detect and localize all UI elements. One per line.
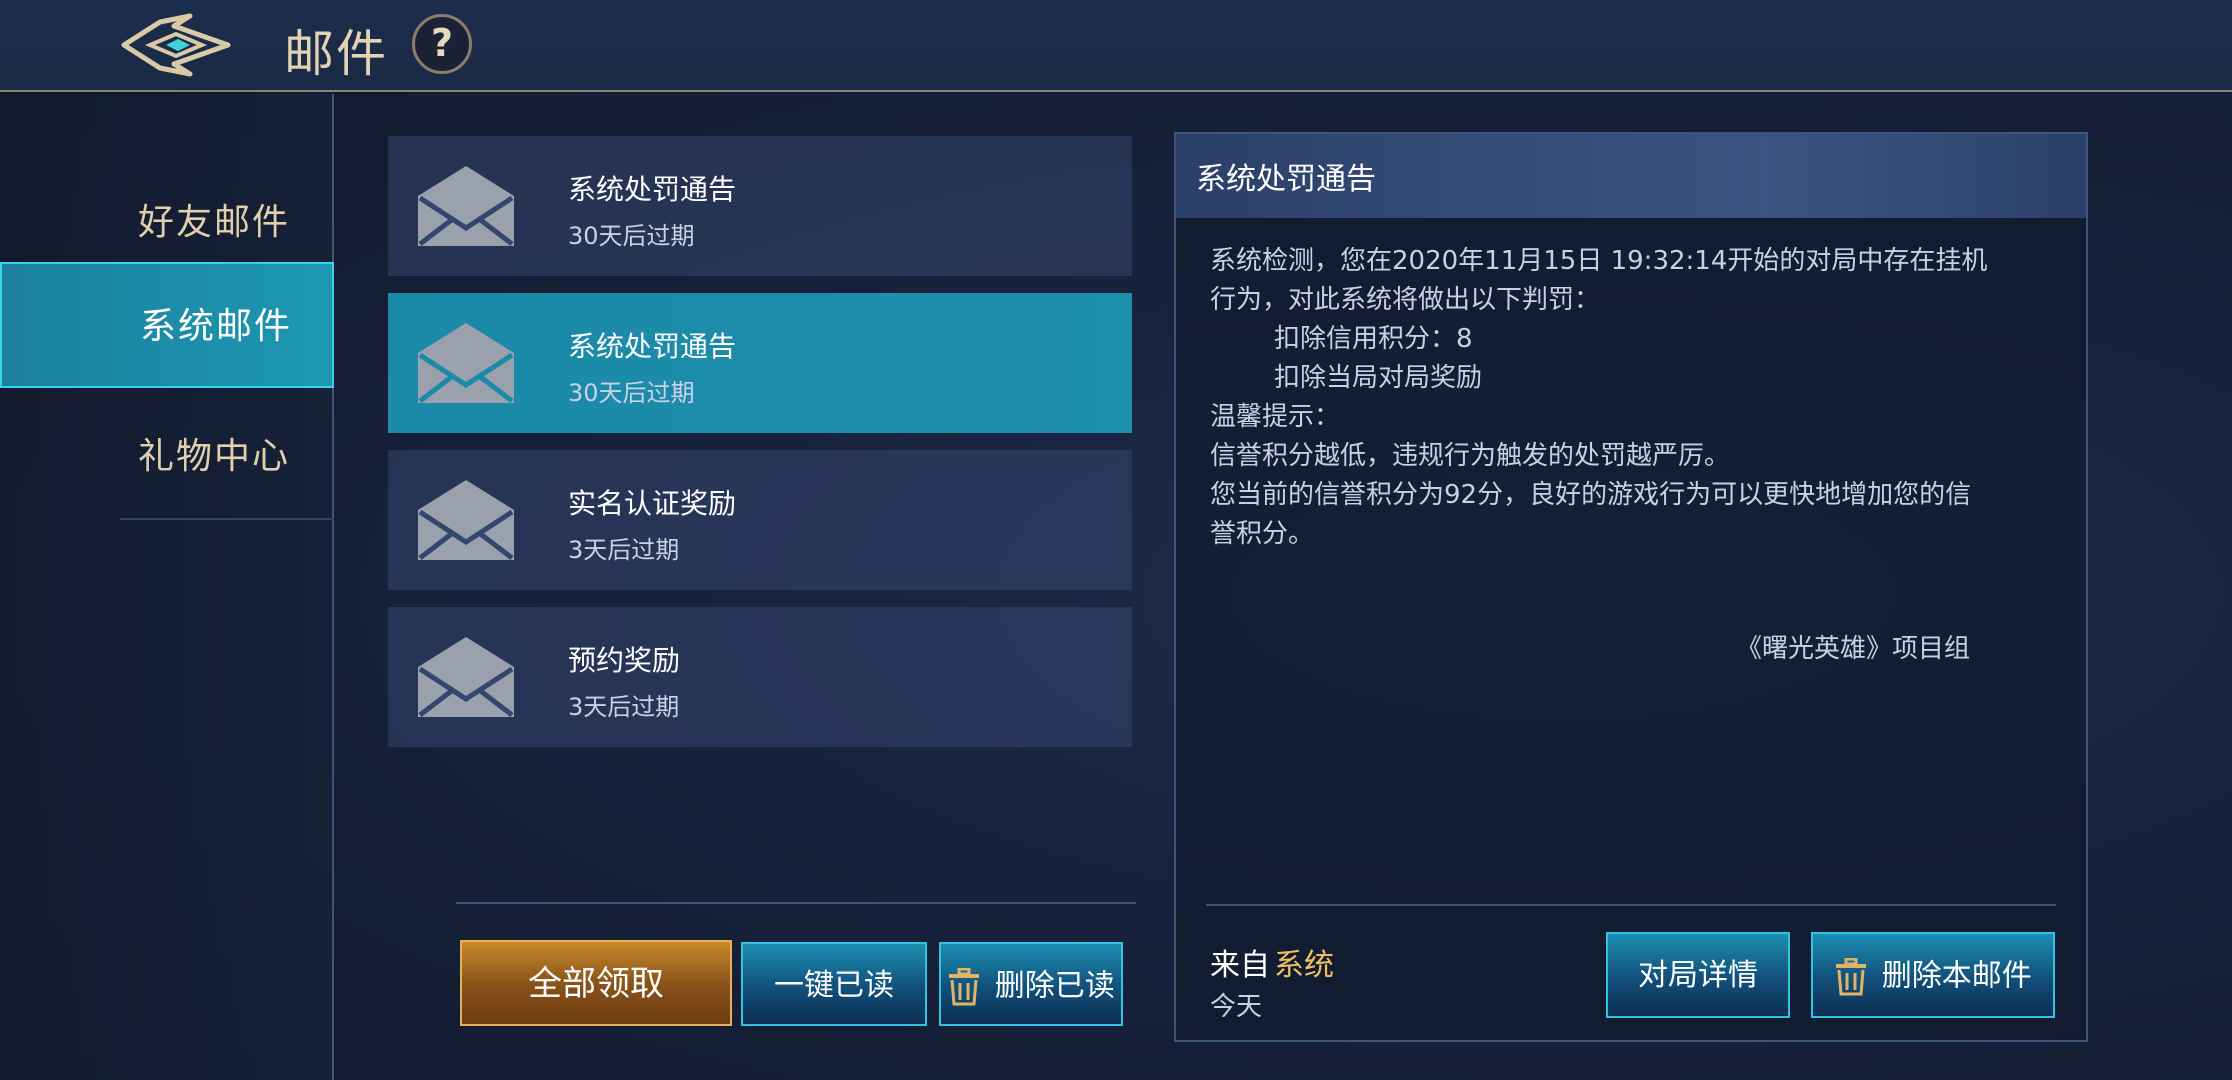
body-line: 温馨提示： [1210, 402, 1341, 432]
delete-read-button[interactable]: 删除已读 [939, 942, 1123, 1026]
help-button[interactable]: ? [412, 14, 472, 74]
mail-date: 今天 [1210, 992, 1263, 1022]
delete-mail-label: 删除本邮件 [1881, 958, 2032, 994]
mail-expire: 30天后过期 [568, 222, 695, 250]
signature: 《曙光英雄》项目组 [1736, 634, 1971, 664]
list-divider [456, 902, 1136, 904]
mail-title: 系统处罚通告 [568, 173, 737, 206]
trash-icon [949, 967, 980, 1005]
mail-list-item-selected[interactable]: 系统处罚通告 30天后过期 [388, 293, 1132, 433]
body-line: 扣除信用积分：8 [1274, 324, 1473, 354]
match-detail-button[interactable]: 对局详情 [1606, 932, 1790, 1018]
mail-title: 系统处罚通告 [568, 330, 737, 363]
body-line: 您当前的信誉积分为92分，良好的游戏行为可以更快地增加您的信 [1210, 480, 1972, 510]
trash-icon [1836, 957, 1867, 995]
claim-all-button[interactable]: 全部领取 [460, 940, 732, 1026]
sidebar-item-label: 好友邮件 [138, 202, 291, 243]
sidebar: 好友邮件 系统邮件 礼物中心 [0, 94, 334, 1080]
delete-read-label: 删除已读 [994, 968, 1115, 1004]
mail-list-item[interactable]: 实名认证奖励 3天后过期 [388, 450, 1132, 590]
mail-list-item[interactable]: 系统处罚通告 30天后过期 [388, 136, 1132, 276]
sidebar-item-gift-center[interactable]: 礼物中心 [0, 394, 334, 520]
mail-expire: 3天后过期 [568, 536, 680, 564]
mail-title: 实名认证奖励 [568, 487, 737, 520]
sidebar-item-system-mail[interactable]: 系统邮件 [0, 262, 334, 388]
mail-expire: 30天后过期 [568, 379, 695, 407]
detail-divider [1206, 904, 2056, 906]
delete-mail-button[interactable]: 删除本邮件 [1811, 932, 2055, 1018]
mail-list-item[interactable]: 预约奖励 3天后过期 [388, 607, 1132, 747]
from-sender: 系统 [1274, 948, 1334, 983]
sidebar-item-label: 礼物中心 [138, 436, 291, 477]
body-line: 系统检测，您在2020年11月15日 19:32:14开始的对局中存在挂机 [1210, 246, 1988, 276]
diamond-wing-logo-icon[interactable] [120, 12, 232, 78]
envelope-icon [418, 323, 514, 403]
body-line: 扣除当局对局奖励 [1274, 363, 1483, 393]
from-label: 来自 [1210, 948, 1270, 983]
detail-header: 系统处罚通告 [1176, 134, 2086, 218]
body-line: 行为，对此系统将做出以下判罚： [1210, 285, 1601, 315]
sidebar-item-label: 系统邮件 [140, 306, 293, 347]
divider [120, 518, 334, 520]
body-line: 誉积分。 [1210, 519, 1315, 549]
top-bar: 邮件 ? [0, 0, 2232, 92]
body-line: 信誉积分越低，违规行为触发的处罚越严厉。 [1210, 441, 1731, 471]
detail-body: 系统检测，您在2020年11月15日 19:32:14开始的对局中存在挂机 行为… [1210, 242, 2060, 554]
mail-title: 预约奖励 [568, 644, 681, 677]
envelope-icon [418, 166, 514, 246]
envelope-icon [418, 637, 514, 717]
envelope-icon [418, 480, 514, 560]
mail-expire: 3天后过期 [568, 693, 680, 721]
page-title: 邮件 [284, 25, 388, 83]
detail-title: 系统处罚通告 [1196, 162, 1376, 197]
mail-detail-panel: 系统处罚通告 系统检测，您在2020年11月15日 19:32:14开始的对局中… [1174, 132, 2088, 1042]
mark-all-read-button[interactable]: 一键已读 [741, 942, 927, 1026]
